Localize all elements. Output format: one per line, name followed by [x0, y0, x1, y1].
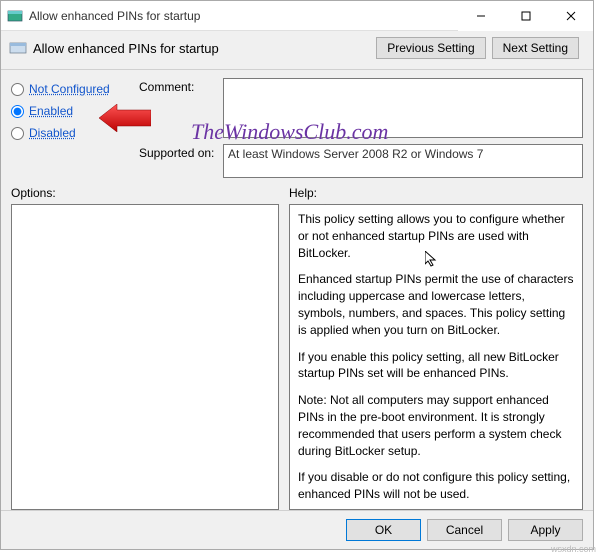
options-label: Options:	[11, 184, 279, 204]
help-panel[interactable]: This policy setting allows you to config…	[289, 204, 583, 510]
policy-icon	[9, 41, 27, 55]
header: Allow enhanced PINs for startup Previous…	[1, 31, 593, 65]
options-panel[interactable]	[11, 204, 279, 510]
radio-disabled-input[interactable]	[11, 127, 24, 140]
next-setting-button[interactable]: Next Setting	[492, 37, 579, 59]
app-icon	[7, 8, 23, 24]
previous-setting-button[interactable]: Previous Setting	[376, 37, 485, 59]
comment-row: Comment:	[139, 78, 583, 138]
divider	[1, 69, 593, 70]
window-title: Allow enhanced PINs for startup	[29, 9, 458, 23]
middle-section: Options: Help: This policy setting allow…	[1, 178, 593, 510]
minimize-button[interactable]	[458, 1, 503, 31]
help-p1: This policy setting allows you to config…	[298, 211, 574, 261]
fields: Comment: Supported on:	[139, 78, 583, 178]
comment-input[interactable]	[223, 78, 583, 138]
radio-enabled-label[interactable]: Enabled	[29, 104, 73, 118]
help-text: This policy setting allows you to config…	[290, 205, 582, 510]
nav-buttons: Previous Setting Next Setting	[376, 37, 579, 59]
radio-enabled[interactable]: Enabled	[11, 104, 131, 118]
config-section: Not Configured Enabled Disabled Comment:…	[1, 78, 593, 178]
radio-not-configured-label[interactable]: Not Configured	[29, 82, 110, 96]
supported-row: Supported on:	[139, 144, 583, 178]
policy-title: Allow enhanced PINs for startup	[33, 41, 370, 56]
radio-disabled-label[interactable]: Disabled	[29, 126, 76, 140]
help-label: Help:	[289, 184, 583, 204]
supported-label: Supported on:	[139, 144, 217, 178]
radio-disabled[interactable]: Disabled	[11, 126, 131, 140]
comment-label: Comment:	[139, 78, 217, 138]
help-p4: Note: Not all computers may support enha…	[298, 392, 574, 459]
maximize-button[interactable]	[503, 1, 548, 31]
help-p3: If you enable this policy setting, all n…	[298, 349, 574, 383]
supported-on-text	[223, 144, 583, 178]
ok-button[interactable]: OK	[346, 519, 421, 541]
radio-not-configured[interactable]: Not Configured	[11, 82, 131, 96]
cancel-button[interactable]: Cancel	[427, 519, 502, 541]
state-radio-group: Not Configured Enabled Disabled	[11, 78, 131, 178]
options-column: Options:	[11, 184, 279, 510]
help-p5: If you disable or do not configure this …	[298, 469, 574, 503]
radio-enabled-input[interactable]	[11, 105, 24, 118]
help-p2: Enhanced startup PINs permit the use of …	[298, 271, 574, 338]
help-column: Help: This policy setting allows you to …	[289, 184, 583, 510]
policy-editor-window: Allow enhanced PINs for startup Allow en…	[0, 0, 594, 550]
footer: OK Cancel Apply	[1, 510, 593, 549]
close-button[interactable]	[548, 1, 593, 31]
apply-button[interactable]: Apply	[508, 519, 583, 541]
radio-not-configured-input[interactable]	[11, 83, 24, 96]
titlebar: Allow enhanced PINs for startup	[1, 1, 593, 31]
